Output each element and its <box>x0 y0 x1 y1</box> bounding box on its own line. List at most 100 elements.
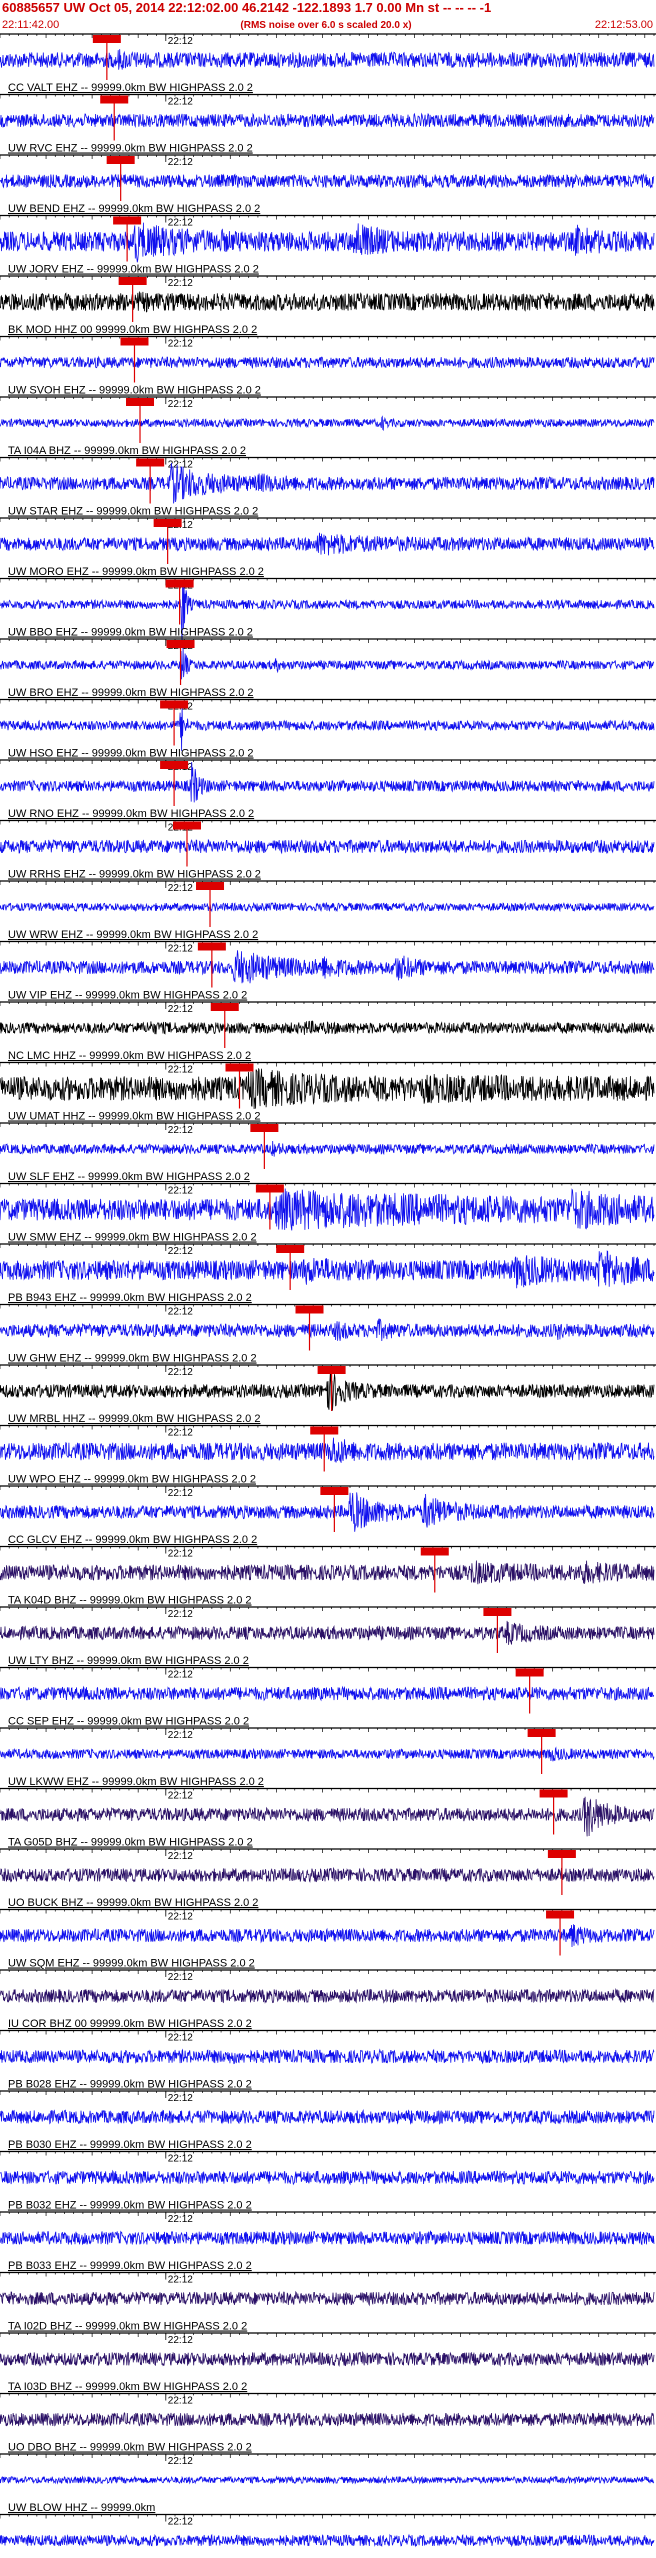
trace-row: 22:12 CC VALT EHZ -- 99999.0km BW HIGHPAS… <box>0 33 656 94</box>
waveform-trace <box>0 703 655 751</box>
station-label: TA I03D BHZ -- 99999.0km BW HIGHPASS 2.0… <box>8 2381 247 2393</box>
waveform-trace <box>0 462 655 504</box>
trace-row: 22:12 BK MOD HHZ 00 99999.0km BW HIGHPASS… <box>0 275 656 336</box>
waveform-trace <box>0 2169 655 2186</box>
waveform-trace <box>0 291 655 313</box>
station-label: PB B030 EHZ -- 99999.0km BW HIGHPASS 2.0… <box>8 2139 252 2151</box>
station-label: UW SQM EHZ -- 99999.0km BW HIGHPASS 2.0 … <box>8 1958 255 1970</box>
trace-row: 22:12 TA I03D BHZ -- 99999.0km BW HIGHPAS… <box>0 2332 656 2393</box>
waveform-trace <box>0 532 655 556</box>
minute-label: 22:12 <box>168 2396 193 2407</box>
trace-row: 22:12 UW SLF EHZ -- 99999.0km BW HIGHPASS… <box>0 1122 656 1183</box>
station-label: PB B032 EHZ -- 99999.0km BW HIGHPASS 2.0… <box>8 2200 252 2212</box>
station-label: TA K04D BHZ -- 99999.0km BW HIGHPASS 2.0… <box>8 1595 252 1607</box>
station-label: TA I04A BHZ -- 99999.0km BW HIGHPASS 2.0… <box>8 445 246 457</box>
trace-row: 22:12 UW UMAT HHZ -- 99999.0km BW HIGHPAS… <box>0 1061 656 1123</box>
trace-row: 22:12 PB B030 EHZ -- 99999.0km BW HIGHPAS… <box>0 2090 656 2151</box>
trace-row: 22:12 NC LMC HHZ -- 99999.0km BW HIGHPASS… <box>0 1001 656 1062</box>
minute-label: 22:12 <box>168 944 193 955</box>
minute-label: 22:12 <box>168 339 193 350</box>
trace-row: 22:12UW HSO EHZ -- 99999.0km BW HIGHPASS… <box>0 698 656 760</box>
minute-label: 22:12 <box>168 2335 193 2346</box>
minute-label: 22:12 <box>168 1670 193 1681</box>
station-label: UW LTY BHZ -- 99999.0km BW HIGHPASS 2.0 … <box>8 1655 249 1667</box>
trace-row: 22:12UW RRHS EHZ -- 99999.0km BW HIGHPAS… <box>0 819 656 881</box>
waveform-trace <box>0 1620 655 1645</box>
station-label: UW WPO EHZ -- 99999.0km BW HIGHPASS 2.0 … <box>8 1474 256 1486</box>
minute-label: 22:12 <box>168 1428 193 1439</box>
waveform-trace <box>0 2048 655 2065</box>
trace-row: 22:12 UW GHW EHZ -- 99999.0km BW HIGHPASS… <box>0 1303 656 1365</box>
trace-row: 22:12 UO BUCK BHZ -- 99999.0km BW HIGHPAS… <box>0 1848 656 1909</box>
waveform-trace <box>0 2350 655 2367</box>
trace-row: 22:12 UW BEND EHZ -- 99999.0km BW HIGHPAS… <box>0 154 656 215</box>
trace-row: 22:12 UW WPO EHZ -- 99999.0km BW HIGHPASS… <box>0 1424 656 1486</box>
minute-label: 22:12 <box>168 2275 193 2286</box>
rms-note: (RMS noise over 6.0 s scaled 20.0 x) <box>240 20 411 31</box>
station-label: UW RNO EHZ -- 99999.0km BW HIGHPASS 2.0 … <box>8 808 254 820</box>
minute-label: 22:12 <box>168 218 193 229</box>
waveform-trace <box>0 1318 655 1342</box>
minute-label: 22:12 <box>168 2033 193 2044</box>
waveform-trace <box>0 1685 655 1702</box>
minute-label: 22:12 <box>168 1549 193 1560</box>
trace-row: 22:12 UW RVC EHZ -- 99999.0km BW HIGHPASS… <box>0 93 656 155</box>
end-time: 22:12:53.00 <box>595 19 653 31</box>
station-label: UW HSO EHZ -- 99999.0km BW HIGHPASS 2.0 … <box>8 748 254 760</box>
trace-row: 22:12 PB B033 EHZ -- 99999.0km BW HIGHPAS… <box>0 2211 656 2272</box>
trace-row: 22:12UW BBO EHZ -- 99999.0km BW HIGHPASS… <box>0 577 656 644</box>
trace-row: 22:12 UW SVOH EHZ -- 99999.0km BW HIGHPAS… <box>0 335 656 397</box>
minute-label: 22:12 <box>168 883 193 894</box>
waveform-trace <box>0 950 655 984</box>
minute-label: 22:12 <box>168 1851 193 1862</box>
waveform-trace <box>0 1369 655 1411</box>
station-label: UW BLOW HHZ -- 99999.0km <box>8 2502 155 2514</box>
minute-label: 22:12 <box>168 278 193 289</box>
trace-row: 22:12 PB B943 EHZ -- 99999.0km BW HIGHPAS… <box>0 1243 656 1304</box>
station-label: UO BUCK BHZ -- 99999.0km BW HIGHPASS 2.0… <box>8 1897 258 1909</box>
minute-label: 22:12 <box>168 1367 193 1378</box>
trace-row: 22:12 UW MRBL HHZ -- 99999.0km BW HIGHPAS… <box>0 1364 656 1425</box>
waveform-trace <box>0 1924 655 1948</box>
trace-row: 22:12 CC SEP EHZ -- 99999.0km BW HIGHPASS… <box>0 1666 656 1728</box>
station-label: NC LMC HHZ -- 99999.0km BW HIGHPASS 2.0 … <box>8 1050 251 1062</box>
trace-panels: 22:12 CC VALT EHZ -- 99999.0km BW HIGHPAS… <box>0 33 656 2548</box>
waveform-trace <box>0 1746 655 1762</box>
minute-label: 22:12 <box>168 1730 193 1741</box>
minute-label: 22:12 <box>168 2093 193 2104</box>
trace-row: 22:12UW WPO EHZ -- 99999.0km BW HIGHPASS… <box>0 2513 656 2548</box>
station-label: BK MOD HHZ 00 99999.0km BW HIGHPASS 2.0 … <box>8 324 257 336</box>
minute-label: 22:12 <box>168 1791 193 1802</box>
minute-label: 22:12 <box>168 1488 193 1499</box>
waveform-trace <box>0 1492 655 1532</box>
minute-label: 22:12 <box>168 399 193 410</box>
minute-label: 22:12 <box>168 1307 193 1318</box>
station-label: UW WRW EHZ -- 99999.0km BW HIGHPASS 2.0 … <box>8 929 258 941</box>
waveform-trace <box>0 355 655 370</box>
waveform-trace <box>0 1250 655 1289</box>
waveform-trace <box>0 761 655 803</box>
station-label: UW BEND EHZ -- 99999.0km BW HIGHPASS 2.0… <box>8 203 260 215</box>
station-label: UW STAR EHZ -- 99999.0km BW HIGHPASS 2.0… <box>8 506 258 518</box>
station-label: UW BBO EHZ -- 99999.0km BW HIGHPASS 2.0 … <box>8 627 253 639</box>
waveform-trace <box>0 2533 655 2548</box>
minute-label: 22:12 <box>168 1912 193 1923</box>
station-label: UW MRBL HHZ -- 99999.0km BW HIGHPASS 2.0… <box>8 1413 260 1425</box>
minute-label: 22:12 <box>168 2517 193 2528</box>
station-label: UW JORV EHZ -- 99999.0km BW HIGHPASS 2.0… <box>8 264 259 276</box>
trace-row: 22:12 TA G05D BHZ -- 99999.0km BW HIGHPAS… <box>0 1787 656 1849</box>
trace-row: 22:12 PB B032 EHZ -- 99999.0km BW HIGHPAS… <box>0 2150 656 2212</box>
trace-row: 22:12 UW BLOW HHZ -- 99999.0km <box>0 2453 656 2514</box>
minute-label: 22:12 <box>168 1972 193 1983</box>
station-label: UW BRO EHZ -- 99999.0km BW HIGHPASS 2.0 … <box>8 687 254 699</box>
minute-label: 22:12 <box>168 97 193 108</box>
station-label: IU COR BHZ 00 99999.0km BW HIGHPASS 2.0 … <box>8 2018 252 2030</box>
station-label: UW RVC EHZ -- 99999.0km BW HIGHPASS 2.0 … <box>8 143 253 155</box>
waveform-trace <box>0 1866 655 1883</box>
station-label: UW UMAT HHZ -- 99999.0km BW HIGHPASS 2.0… <box>8 1111 260 1123</box>
trace-row: 22:12UW BRO EHZ -- 99999.0km BW HIGHPASS… <box>0 638 656 699</box>
start-time: 22:11:42.00 <box>2 19 59 31</box>
minute-label: 22:12 <box>168 1004 193 1015</box>
waveform-trace <box>0 901 655 913</box>
trace-row: 22:12 UW SQM EHZ -- 99999.0km BW HIGHPASS… <box>0 1908 656 1970</box>
